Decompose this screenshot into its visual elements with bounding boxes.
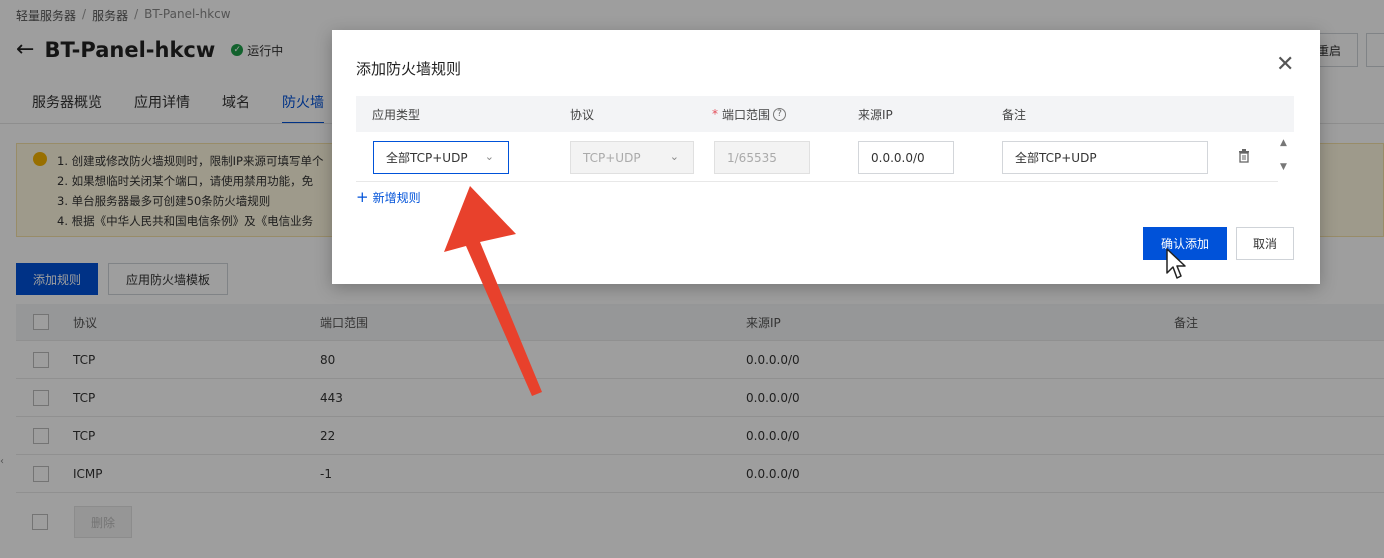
header-source-ip: 来源IP [858, 107, 893, 122]
trash-icon[interactable] [1238, 149, 1250, 167]
add-new-rule-link[interactable]: + 新增规则 [356, 189, 421, 206]
header-protocol: 协议 [570, 107, 595, 122]
rule-row: 全部TCP+UDP ⌄ TCP+UDP ⌄ 1/65535 0.0.0.0/0 … [356, 132, 1278, 182]
plus-icon: + [356, 188, 369, 206]
rule-table-header: 应用类型 协议 * 端口范围 ? 来源IP 备注 [356, 96, 1294, 132]
mouse-pointer-icon [1166, 248, 1188, 285]
required-mark: * [712, 107, 718, 121]
add-new-rule-label: 新增规则 [372, 191, 421, 205]
close-icon[interactable]: ✕ [1276, 54, 1294, 76]
app-type-value: 全部TCP+UDP [386, 151, 468, 165]
note-input[interactable]: 全部TCP+UDP [1002, 141, 1208, 174]
header-app-type: 应用类型 [372, 107, 421, 122]
scroll-up-icon[interactable]: ▲ [1280, 138, 1287, 148]
red-arrow-icon [440, 186, 550, 405]
source-ip-input[interactable]: 0.0.0.0/0 [858, 141, 954, 174]
header-note: 备注 [1002, 107, 1027, 122]
chevron-down-icon: ⌄ [484, 150, 494, 163]
protocol-select[interactable]: TCP+UDP ⌄ [570, 141, 694, 174]
question-circle-icon[interactable]: ? [773, 107, 787, 121]
scroll-down-icon[interactable]: ▼ [1280, 162, 1287, 172]
port-range-input[interactable]: 1/65535 [714, 141, 810, 174]
protocol-value: TCP+UDP [583, 150, 641, 165]
header-port-range: * 端口范围 ? [712, 96, 787, 132]
app-type-select[interactable]: 全部TCP+UDP ⌄ [373, 141, 509, 174]
dialog-title: 添加防火墙规则 [356, 60, 462, 78]
header-port-range-label: 端口范围 [722, 107, 771, 122]
cancel-button[interactable]: 取消 [1236, 227, 1294, 260]
chevron-down-icon: ⌄ [669, 150, 679, 163]
